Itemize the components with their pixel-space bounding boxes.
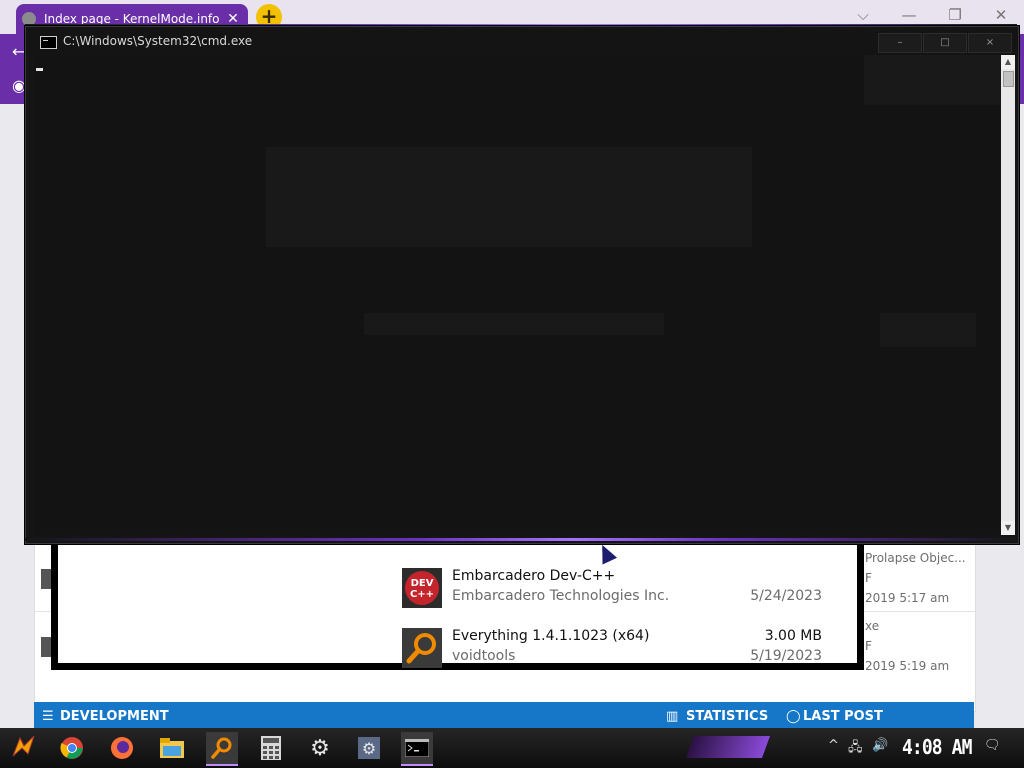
scroll-down-arrow-icon[interactable]: ▼ [1001, 521, 1015, 535]
last-post-header: LAST POST [803, 709, 883, 724]
cmd-taskbar-icon[interactable] [401, 732, 433, 766]
tab-search-dropdown-icon[interactable]: ⌵ [848, 4, 878, 26]
browser-restore-button[interactable]: ❐ [940, 4, 970, 26]
cmd-minimize-button[interactable]: – [878, 33, 922, 53]
bar-chart-icon: ▥ [666, 709, 679, 724]
background-ghost [364, 313, 664, 335]
apps-list-panel: DEV C++ Embarcadero Dev-C++ Embarcadero … [58, 530, 857, 668]
cmd-window-title: C:\Windows\System32\cmd.exe [63, 34, 253, 48]
volume-icon[interactable]: 🔊 [872, 738, 888, 753]
app-name: Embarcadero Dev-C++ [452, 568, 616, 584]
cmd-close-button[interactable]: × [968, 33, 1012, 53]
app-date: 5/24/2023 [750, 588, 822, 604]
last-post-date: 2019 5:19 am [865, 659, 950, 673]
svg-text:DEV: DEV [411, 578, 434, 589]
site-globe-icon[interactable]: ◉ [12, 76, 26, 95]
background-ghost [266, 147, 752, 247]
app-name: Everything 1.4.1.1023 (x64) [452, 628, 650, 644]
taskbar-decoration [685, 736, 771, 758]
list-item[interactable]: DEV C++ Embarcadero Dev-C++ Embarcadero … [402, 568, 832, 616]
app-date: 5/19/2023 [750, 648, 822, 664]
chrome-icon[interactable] [56, 732, 88, 764]
everything-search-icon[interactable] [206, 732, 238, 766]
window-accent-glow [25, 538, 1017, 541]
browser-minimize-button[interactable]: — [894, 4, 924, 26]
last-post-topic-link[interactable]: Prolapse Objec... [865, 551, 966, 565]
svg-text:C++: C++ [410, 589, 434, 600]
calculator-icon[interactable] [255, 732, 287, 764]
notifications-icon[interactable]: 🗨 [984, 738, 1001, 753]
last-post-meta: F [865, 571, 872, 585]
settings-gear-icon[interactable]: ⚙ [304, 732, 336, 764]
cmd-window[interactable]: C:\Windows\System32\cmd.exe – □ × ▲ ▼ [25, 26, 1019, 544]
last-post-meta: F [865, 639, 872, 653]
text-cursor [36, 68, 43, 71]
browser-close-button[interactable]: ✕ [986, 4, 1016, 26]
forum-section-header: ☰ DEVELOPMENT ▥ STATISTICS ◯ LAST POST [34, 702, 974, 730]
app-size: 3.00 MB [764, 628, 822, 644]
background-ghost [864, 55, 1000, 105]
back-arrow-icon[interactable]: ← [12, 42, 25, 61]
last-post-topic-link[interactable]: xe [865, 619, 879, 633]
cmd-console-area[interactable] [34, 55, 1000, 535]
console-icon [40, 36, 57, 49]
scroll-up-arrow-icon[interactable]: ▲ [1001, 55, 1015, 69]
last-post-date: 2019 5:17 am [865, 591, 950, 605]
background-ghost [880, 313, 976, 347]
list-item[interactable]: Everything 1.4.1.1023 (x64) voidtools 3.… [402, 628, 832, 676]
network-icon[interactable]: 🖧 [848, 738, 863, 760]
clock[interactable]: 4:08 AM [902, 735, 972, 759]
devcpp-icon: DEV C++ [402, 568, 442, 608]
installed-apps-list: DEV C++ Embarcadero Dev-C++ Embarcadero … [51, 530, 864, 670]
chat-bubble-icon: ◯ [786, 709, 801, 724]
cmd-maximize-button[interactable]: □ [923, 33, 967, 53]
control-panel-icon[interactable]: ⚙ [353, 732, 385, 764]
cmd-titlebar[interactable]: C:\Windows\System32\cmd.exe – □ × [26, 27, 1018, 55]
file-explorer-icon[interactable] [156, 732, 188, 764]
app-publisher: Embarcadero Technologies Inc. [452, 588, 670, 604]
statistics-header: STATISTICS [686, 709, 769, 724]
tray-overflow-chevron-icon[interactable]: ^ [828, 738, 839, 753]
app-publisher: voidtools [452, 648, 516, 664]
taskbar: ⚙ ⚙ ^ 🖧 🔊 4:08 AM 🗨 [0, 728, 1024, 768]
firefox-icon[interactable] [106, 732, 138, 764]
list-icon: ☰ [42, 709, 54, 724]
section-title[interactable]: DEVELOPMENT [60, 709, 169, 724]
cmd-scrollbar[interactable]: ▲ ▼ [1001, 55, 1015, 535]
everything-search-icon [402, 628, 442, 668]
svg-text:⚙: ⚙ [362, 739, 376, 758]
scroll-thumb[interactable] [1003, 71, 1014, 87]
start-menu-icon[interactable] [8, 732, 40, 764]
